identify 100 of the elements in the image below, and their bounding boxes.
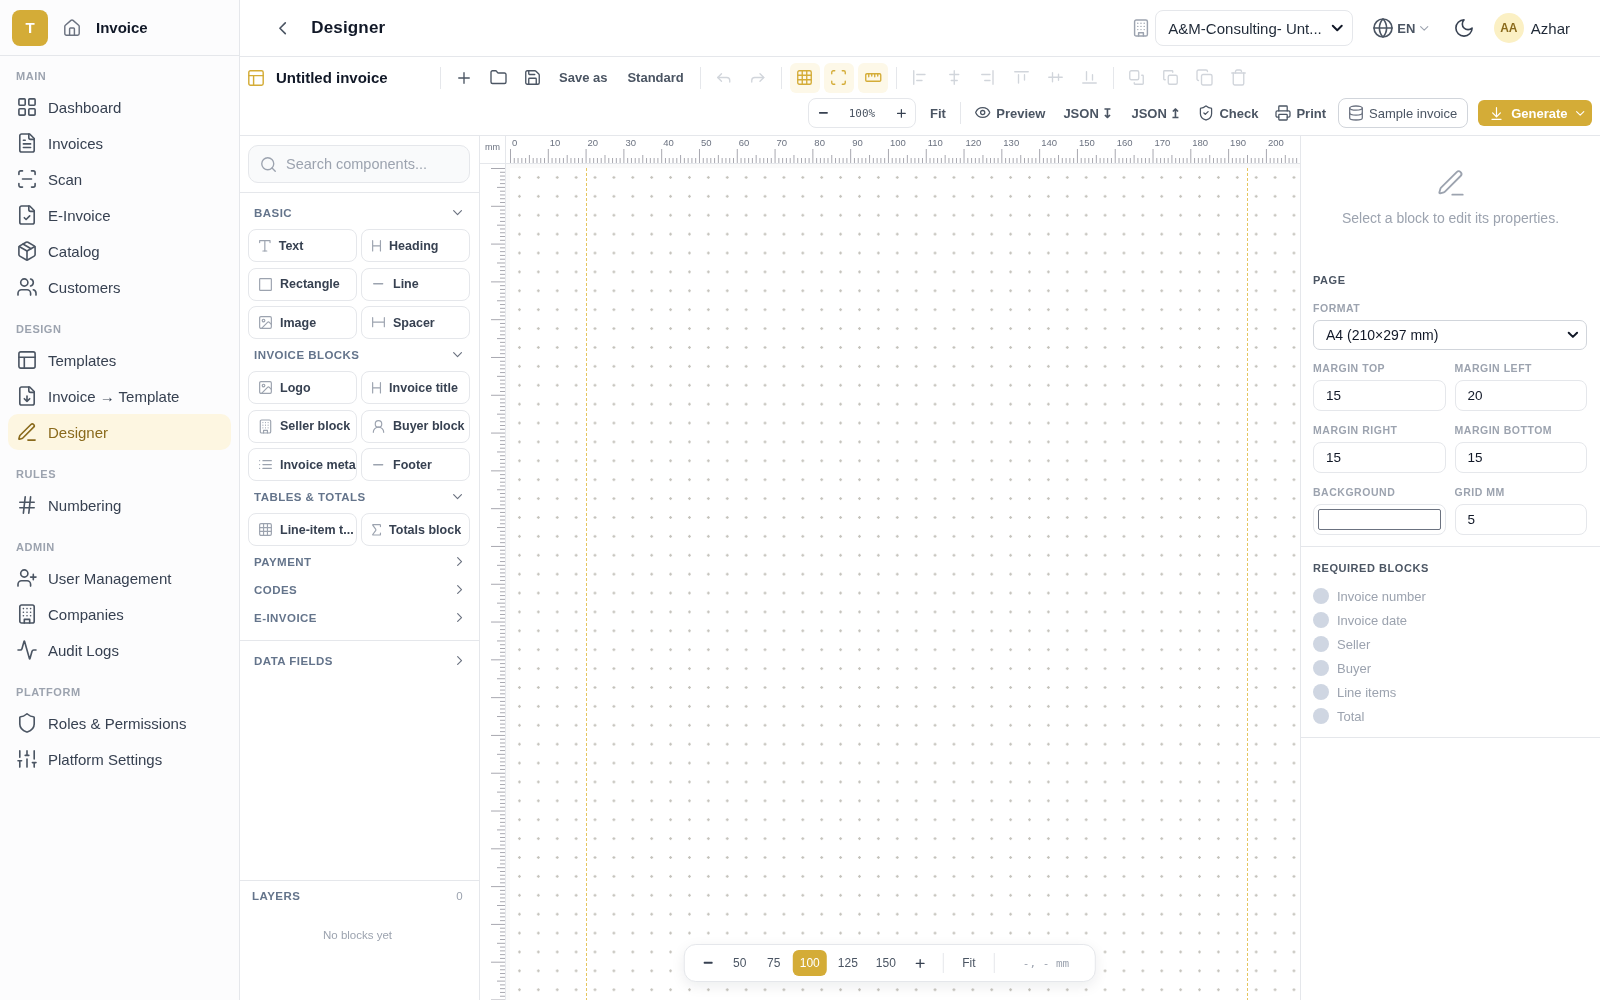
- component-button[interactable]: Invoice title: [361, 371, 470, 404]
- component-button[interactable]: Heading: [361, 229, 470, 262]
- category-header[interactable]: BASIC: [248, 201, 470, 225]
- input-field[interactable]: 15: [1454, 442, 1587, 473]
- component-button[interactable]: Spacer: [361, 306, 470, 339]
- nav-section-heading: PLATFORM: [16, 685, 81, 699]
- pencil-icon: [1437, 170, 1464, 196]
- document-download-icon: [18, 387, 36, 405]
- nav-item[interactable]: Dashboard: [8, 89, 231, 125]
- component-button[interactable]: Rectangle: [248, 267, 357, 301]
- required-block-label: Buyer: [1337, 660, 1371, 676]
- toggle-button[interactable]: [789, 62, 820, 93]
- input-field[interactable]: 15: [1313, 442, 1446, 473]
- building-icon: [259, 419, 272, 433]
- nav-item[interactable]: Platform Settings: [8, 741, 231, 777]
- component-button[interactable]: Buyer block: [361, 409, 470, 443]
- printer-icon: [1276, 106, 1291, 120]
- nav-item[interactable]: Roles & Permissions: [8, 705, 231, 741]
- zoom-preset-button[interactable]: 125: [830, 950, 865, 976]
- user-avatar: AA: [1493, 13, 1524, 43]
- component-button[interactable]: Line: [361, 267, 470, 301]
- ruler-label: 180: [1192, 137, 1209, 148]
- ruler-label: 30: [625, 137, 636, 148]
- list-icon: [259, 459, 272, 470]
- category-header[interactable]: TABLES & TOTALS: [248, 485, 470, 509]
- user-name: Azhar: [1530, 19, 1570, 37]
- toolbar-button[interactable]: Save as: [551, 62, 616, 93]
- ruler-label: 20: [587, 137, 599, 148]
- text-icon: [259, 239, 271, 252]
- nav-item[interactable]: Designer: [8, 414, 231, 450]
- nav-item[interactable]: Customers: [8, 269, 231, 305]
- color-field[interactable]: [1313, 504, 1446, 535]
- toolbar-button[interactable]: Print: [1268, 98, 1335, 128]
- company-select[interactable]: A&M-Consulting- Unt...: [1155, 10, 1354, 46]
- zoom-value: 100%: [847, 106, 877, 120]
- ruler-label: 10: [549, 137, 561, 148]
- ruler-label: 50: [701, 137, 712, 148]
- category-header[interactable]: CODES: [248, 578, 470, 602]
- nav-item[interactable]: Companies: [8, 596, 231, 632]
- eye-icon: [974, 107, 991, 119]
- toolbar-button[interactable]: Check: [1191, 98, 1267, 128]
- box-icon: [18, 242, 36, 260]
- zoom-preset-button[interactable]: 150: [868, 950, 903, 976]
- toolbar-button[interactable]: JSON ↧: [1055, 98, 1122, 128]
- minus-icon: [818, 112, 828, 114]
- category-header[interactable]: INVOICE BLOCKS: [248, 343, 470, 367]
- nav-item[interactable]: Templates: [8, 342, 231, 378]
- component-button[interactable]: Image: [248, 306, 357, 339]
- section-title: REQUIRED BLOCKS: [1313, 561, 1430, 575]
- toolbar-button[interactable]: JSON ↥: [1123, 98, 1190, 128]
- field-label: MARGIN BOTTOM: [1454, 423, 1554, 437]
- nav-item[interactable]: Invoices: [8, 125, 231, 161]
- input-field[interactable]: 20: [1454, 380, 1587, 411]
- zoom-preset-button[interactable]: 75: [758, 950, 789, 976]
- input-field[interactable]: 5: [1454, 504, 1587, 535]
- nav-item[interactable]: Audit Logs: [8, 632, 231, 668]
- building-icon: [1133, 20, 1150, 36]
- nav-item[interactable]: Numbering: [8, 487, 231, 523]
- toolbar-button[interactable]: Standard: [619, 62, 692, 93]
- search-field[interactable]: Search components...: [248, 145, 470, 183]
- toolbar-button[interactable]: Preview: [966, 98, 1054, 128]
- fit-button[interactable]: Fit: [921, 98, 954, 128]
- nav-item[interactable]: Invoice → Template: [8, 378, 231, 414]
- nav-section-heading: MAIN: [16, 69, 47, 83]
- app-logo: T: [12, 9, 48, 46]
- language-button[interactable]: EN: [1370, 15, 1433, 41]
- component-button[interactable]: Logo: [248, 371, 357, 404]
- category-header[interactable]: DATA FIELDS: [248, 649, 470, 673]
- nav-item[interactable]: Scan: [8, 161, 231, 197]
- toggle-button[interactable]: [823, 62, 854, 93]
- send-to-back-icon: [1163, 70, 1179, 85]
- component-button[interactable]: Line-item t...: [248, 513, 357, 546]
- category-header[interactable]: PAYMENT: [248, 550, 470, 574]
- component-button[interactable]: Footer: [361, 448, 470, 481]
- nav-item[interactable]: Catalog: [8, 233, 231, 269]
- ruler-label: 80: [814, 137, 825, 148]
- ruler-label: 200: [1267, 137, 1284, 148]
- line-icon: [373, 463, 384, 466]
- toggle-button[interactable]: [857, 62, 888, 93]
- align-right-icon: [981, 70, 995, 85]
- color-swatch-icon: [1318, 509, 1441, 530]
- align-left-icon: [913, 70, 927, 85]
- secondary-button[interactable]: Sample invoice: [1338, 98, 1469, 128]
- component-button[interactable]: Totals block: [361, 513, 470, 546]
- nav-item[interactable]: User Management: [8, 560, 231, 596]
- chevron-left-icon: [279, 21, 287, 35]
- input-field[interactable]: 15: [1313, 380, 1446, 411]
- fit-button[interactable]: Fit: [953, 950, 984, 976]
- component-button[interactable]: Invoice meta: [248, 448, 357, 481]
- format-select[interactable]: A4 (210×297 mm): [1313, 320, 1587, 350]
- zoom-preset-button[interactable]: 50: [724, 950, 755, 976]
- nav-item[interactable]: E-Invoice: [8, 197, 231, 233]
- shield-check-icon: [1199, 106, 1214, 120]
- category-header[interactable]: E-INVOICE: [248, 606, 470, 630]
- chevron-down-icon: [1568, 332, 1578, 338]
- heading-icon: [372, 381, 382, 394]
- field-label: MARGIN LEFT: [1454, 361, 1534, 375]
- component-button[interactable]: Seller block: [248, 409, 357, 443]
- component-button[interactable]: Text: [248, 229, 357, 262]
- chevron-down-icon: [1575, 110, 1584, 116]
